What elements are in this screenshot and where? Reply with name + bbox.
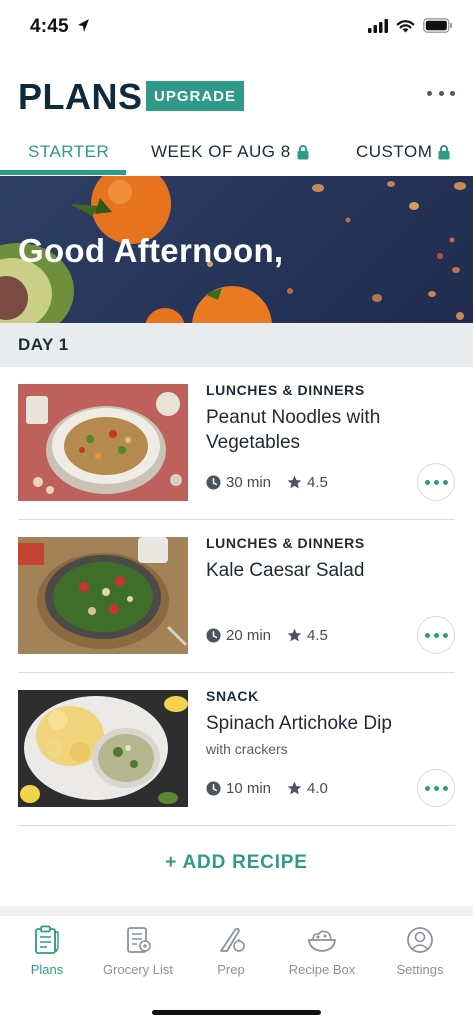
more-options-button[interactable]	[427, 86, 455, 100]
recipe-name[interactable]: Spinach Artichoke Dip	[206, 711, 406, 736]
nav-label: Recipe Box	[288, 962, 356, 977]
kale-caesar-salad-image	[18, 537, 188, 654]
star-icon	[287, 781, 302, 795]
more-dot-icon	[433, 632, 439, 638]
star-icon	[287, 628, 302, 642]
add-recipe-button[interactable]: + ADD RECIPE	[0, 852, 473, 878]
more-dot-icon	[442, 479, 448, 485]
more-dot-icon	[433, 785, 439, 791]
more-dot-icon	[450, 90, 455, 96]
status-time: 4:45	[30, 16, 69, 37]
settings-icon	[407, 927, 433, 953]
nav-label: Grocery List	[102, 962, 174, 977]
nav-label: Plans	[30, 962, 64, 977]
nav-item-plans[interactable]: Plans	[0, 924, 94, 977]
more-dot-icon	[424, 479, 430, 485]
lock-icon	[297, 144, 309, 159]
nav-label: Prep	[217, 962, 245, 977]
clock-icon	[206, 475, 221, 490]
recipe-category: LUNCHES & DINNERS	[206, 535, 365, 551]
plan-tabs: STARTER WEEK OF AUG 8 CUSTOM	[0, 132, 473, 177]
recipe-meta: 10 min 4.0	[206, 780, 328, 797]
recipe-image[interactable]	[18, 537, 188, 654]
more-dot-icon	[438, 90, 444, 96]
more-dot-icon	[424, 785, 430, 791]
recipe-card[interactable]: SNACK Spinach Artichoke Dip with cracker…	[0, 673, 473, 826]
recipe-box-icon	[308, 930, 336, 952]
more-dot-icon	[442, 632, 448, 638]
more-dot-icon	[424, 632, 430, 638]
recipe-category: SNACK	[206, 688, 259, 704]
star-icon	[287, 475, 302, 489]
recipe-meta: 20 min 4.5	[206, 627, 328, 644]
nav-item-prep[interactable]: Prep	[184, 924, 278, 977]
bottom-nav: Plans Grocery List Prep Recipe Box Setti…	[0, 916, 473, 1024]
grocery-list-icon	[127, 927, 151, 953]
recipe-meta: 30 min 4.5	[206, 474, 328, 491]
recipe-time: 30 min	[226, 474, 272, 491]
day-header: DAY 1	[0, 323, 473, 367]
clock-icon	[206, 781, 221, 796]
tab-label: STARTER	[28, 142, 110, 161]
recipe-subtitle: with crackers	[206, 741, 288, 757]
battery-icon	[423, 18, 452, 33]
nav-item-settings[interactable]: Settings	[373, 924, 467, 977]
recipe-name[interactable]: Kale Caesar Salad	[206, 558, 406, 583]
recipe-rating: 4.5	[307, 627, 328, 644]
header: PLANS UPGRADE	[0, 72, 473, 122]
more-dot-icon	[433, 479, 439, 485]
wifi-icon	[396, 19, 415, 32]
page-title: PLANS	[18, 76, 143, 117]
divider	[18, 825, 455, 826]
tab-starter[interactable]: STARTER	[28, 142, 109, 162]
recipe-more-button[interactable]	[417, 463, 455, 501]
clock-icon	[206, 628, 221, 643]
home-indicator[interactable]	[152, 1010, 321, 1015]
more-dot-icon	[442, 785, 448, 791]
recipe-name[interactable]: Peanut Noodles with Vegetables	[206, 405, 406, 455]
peanut-noodles-image	[18, 384, 188, 501]
cellular-signal-icon	[368, 18, 388, 33]
tab-label: WEEK OF AUG 8	[151, 142, 291, 161]
status-icons	[368, 18, 453, 33]
prep-icon	[220, 927, 245, 952]
status-bar: 4:45	[0, 0, 473, 56]
nav-label: Settings	[396, 962, 444, 977]
nav-separator	[0, 906, 473, 916]
more-dot-icon	[427, 90, 432, 96]
recipe-image[interactable]	[18, 384, 188, 501]
recipe-card[interactable]: LUNCHES & DINNERS Peanut Noodles with Ve…	[0, 367, 473, 520]
recipe-rating: 4.5	[307, 474, 328, 491]
greeting-text: Good Afternoon,	[18, 232, 284, 269]
tab-custom[interactable]: CUSTOM	[356, 142, 450, 162]
nav-item-recipe-box[interactable]: Recipe Box	[275, 924, 369, 977]
tab-label: CUSTOM	[356, 142, 433, 161]
recipe-more-button[interactable]	[417, 616, 455, 654]
tab-week-of-aug-8[interactable]: WEEK OF AUG 8	[151, 142, 309, 162]
lock-icon	[438, 144, 450, 159]
active-tab-indicator	[0, 170, 126, 175]
spinach-artichoke-dip-image	[18, 690, 188, 807]
recipe-time: 10 min	[226, 780, 272, 797]
recipe-image[interactable]	[18, 690, 188, 807]
plans-icon	[35, 925, 59, 954]
day-label: DAY 1	[18, 335, 69, 354]
upgrade-button[interactable]: UPGRADE	[146, 81, 244, 111]
recipe-category: LUNCHES & DINNERS	[206, 382, 365, 398]
recipe-rating: 4.0	[307, 780, 328, 797]
recipe-time: 20 min	[226, 627, 272, 644]
recipe-card[interactable]: LUNCHES & DINNERS Kale Caesar Salad 20 m…	[0, 520, 473, 673]
greeting-banner: Good Afternoon,	[0, 176, 473, 323]
recipe-more-button[interactable]	[417, 769, 455, 807]
nav-item-grocery-list[interactable]: Grocery List	[91, 924, 185, 977]
location-arrow-icon	[78, 19, 89, 32]
